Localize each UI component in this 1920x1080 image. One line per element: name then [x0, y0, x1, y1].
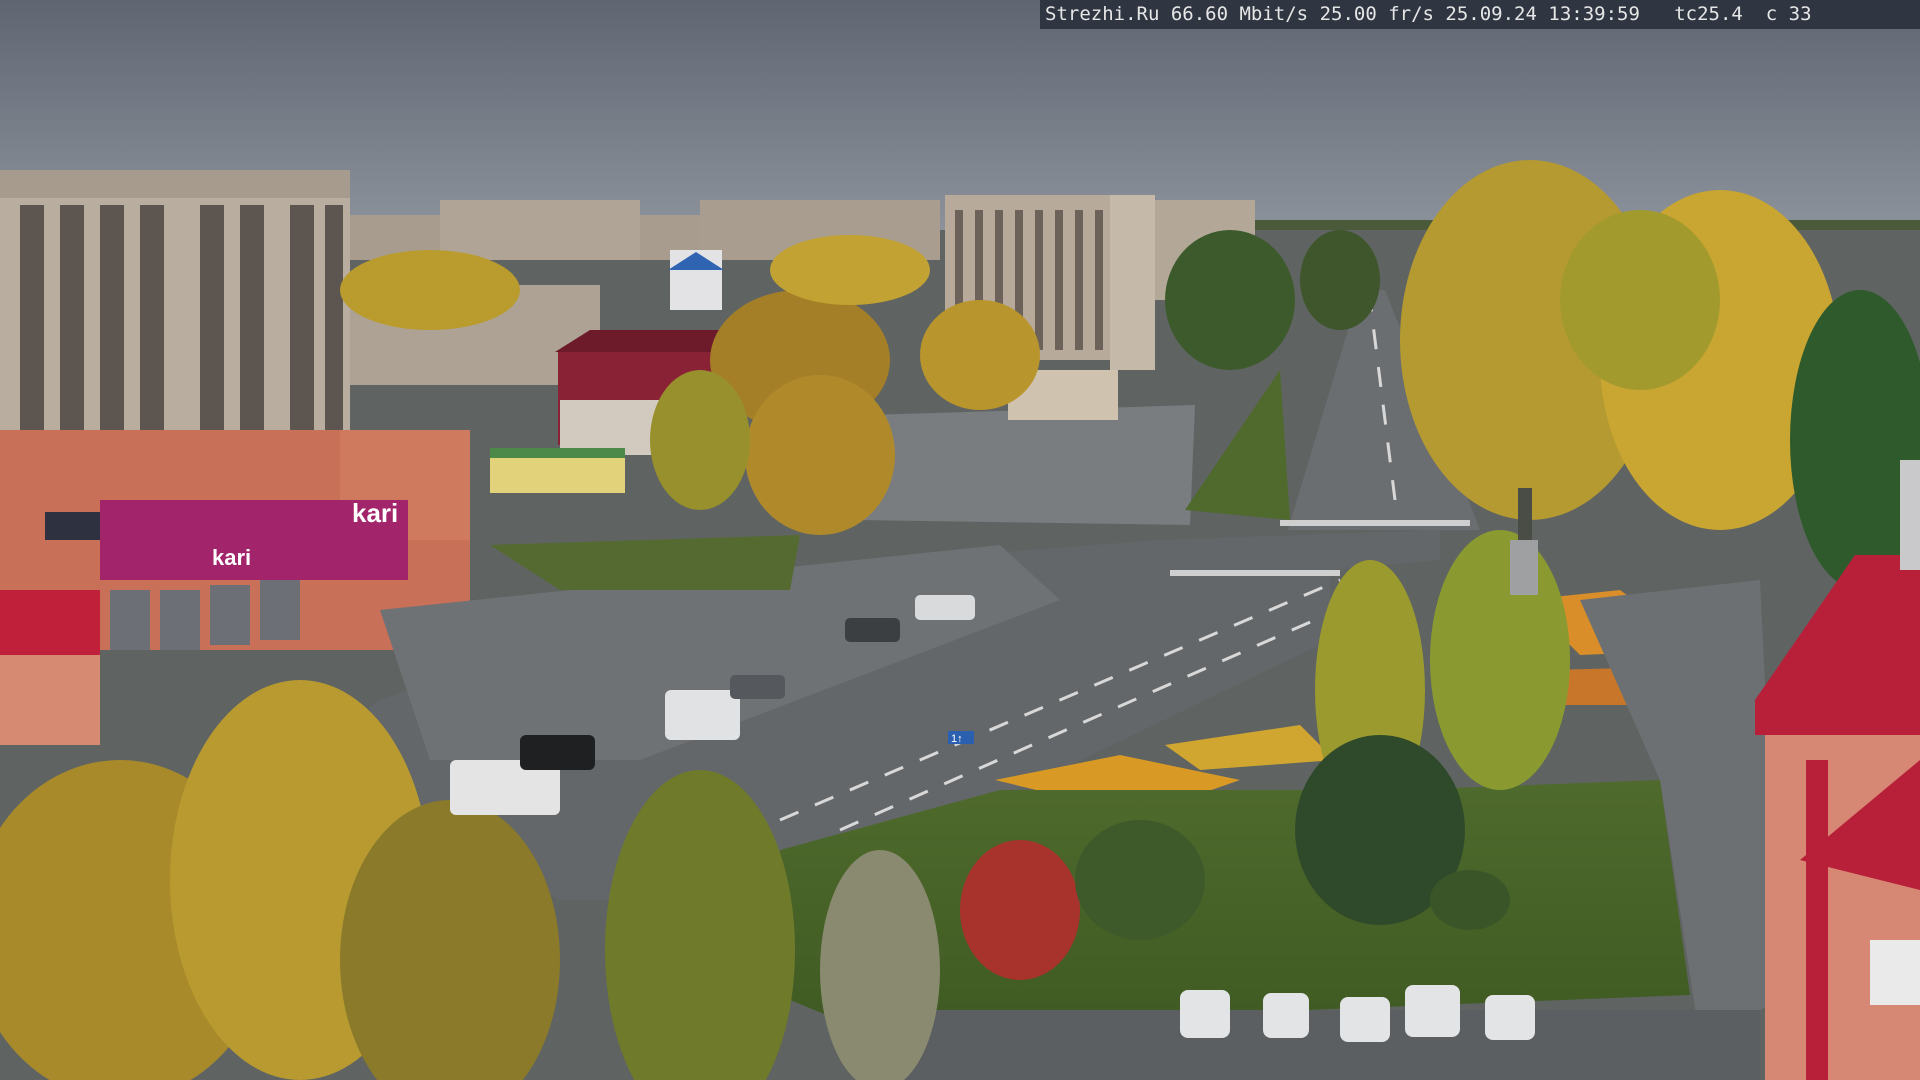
bottom-parking	[900, 1010, 1760, 1080]
camera-overlay-caption: Strezhi.Ru 66.60 Mbit/s 25.00 fr/s 25.09…	[1040, 0, 1920, 29]
osd-c: c 33	[1765, 3, 1812, 25]
lane-sign-text: 1↑	[951, 733, 963, 745]
webcam-scene: kari kari 1↑	[0, 0, 1920, 1080]
osd-site: Strezhi.Ru	[1045, 3, 1160, 25]
monument-statue	[1518, 488, 1532, 540]
osd-date: 25.09.24	[1445, 3, 1537, 25]
kari-facade-text: kari	[212, 545, 251, 570]
osd-framerate: 25.00 fr/s	[1319, 3, 1434, 25]
monument-pedestal	[1510, 540, 1538, 595]
osd-bitrate: 66.60 Mbit/s	[1170, 3, 1309, 25]
osd-time: 13:39:59	[1548, 3, 1640, 25]
central-plaza	[860, 405, 1195, 525]
osd-tc: tc25.4	[1674, 3, 1743, 25]
kari-sign-text: kari	[352, 498, 398, 528]
